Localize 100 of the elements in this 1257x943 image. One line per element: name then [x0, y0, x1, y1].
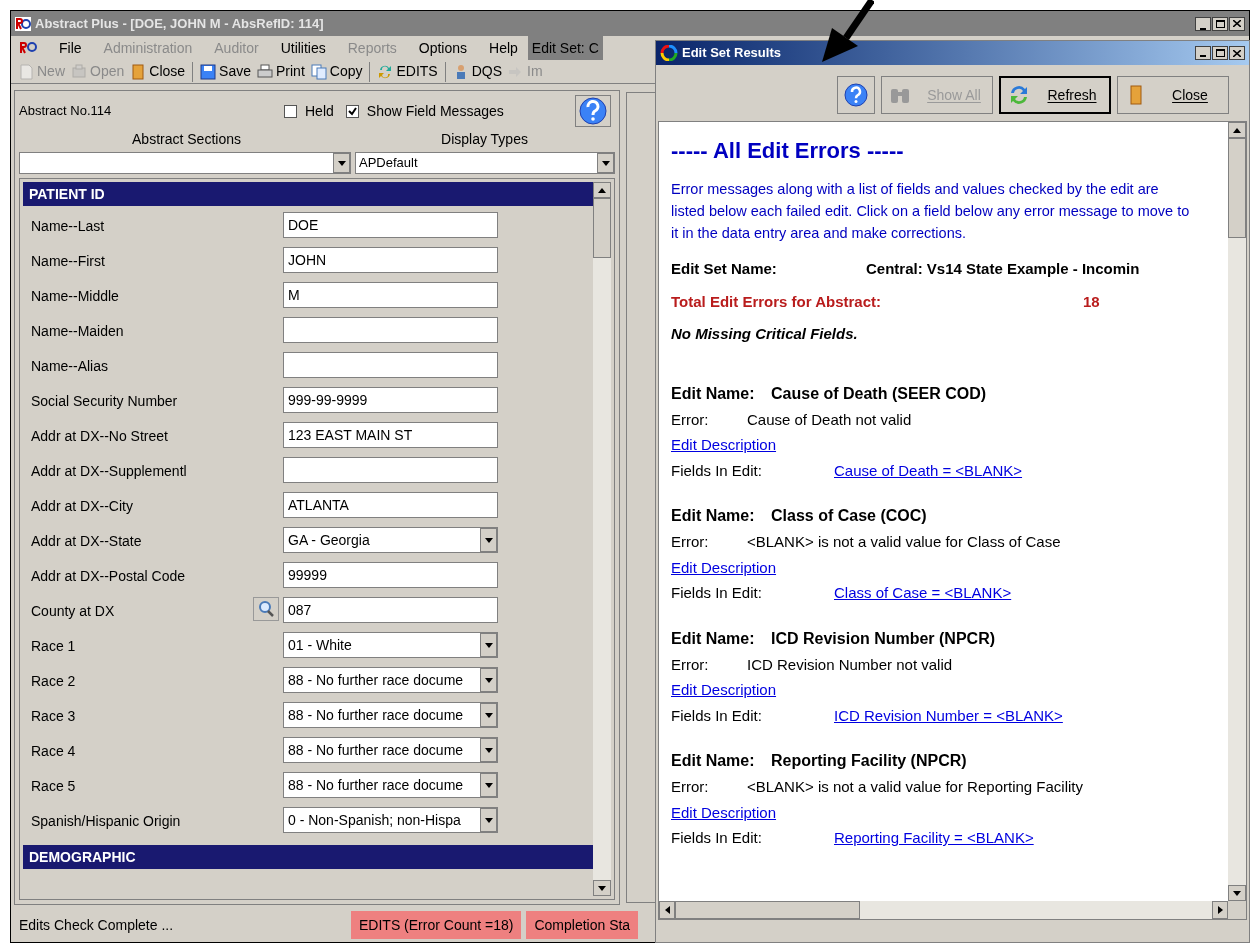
field-label: Error:: [671, 532, 710, 552]
field-label: Error:: [671, 777, 710, 797]
dialog-button[interactable]: Refresh: [999, 76, 1111, 114]
input-field[interactable]: 99999: [283, 562, 498, 588]
horizontal-scrollbar[interactable]: [659, 901, 1228, 919]
input-field[interactable]: [283, 317, 498, 343]
field-label: Name--Alias: [30, 357, 109, 376]
menu-item[interactable]: Help: [489, 37, 518, 59]
completion-status: Completion Sta: [526, 911, 639, 939]
field-link[interactable]: Reporting Facility = <BLANK>: [834, 827, 1034, 850]
field-label: Fields In Edit:: [671, 828, 763, 848]
minimize-icon: [1200, 27, 1206, 30]
edit-name: Reporting Facility (NPCR): [771, 751, 967, 771]
maximize-button[interactable]: [1212, 16, 1228, 31]
field-label: Error:: [671, 654, 710, 675]
field-label: Fields In Edit:: [671, 460, 763, 481]
scroll-thumb[interactable]: [1228, 138, 1246, 238]
section-header: DEMOGRAPHIC: [23, 845, 593, 869]
display-types-dropdown[interactable]: APDefault: [355, 152, 615, 174]
abstract-sections-dropdown[interactable]: [19, 152, 351, 174]
abstract-sections-label: Abstract Sections: [131, 130, 242, 149]
edit-name: ICD Revision Number (NPCR): [771, 628, 996, 649]
dropdown[interactable]: GA - Georgia: [283, 527, 498, 553]
input-field[interactable]: 123 EAST MAIN ST: [283, 422, 498, 448]
close-button[interactable]: [1229, 46, 1245, 60]
field-label: Edit Name:: [671, 751, 756, 771]
field-label: Name--Last: [30, 217, 106, 236]
maximize-icon: [1215, 19, 1225, 28]
toolbar-button[interactable]: EDITS: [374, 60, 441, 83]
edit-set-name: Central: Vs14 State Example - Incomin: [866, 259, 1140, 279]
scroll-right-icon[interactable]: [1212, 901, 1228, 919]
field-label: County at DX: [30, 602, 116, 621]
checkmark-icon: [347, 106, 357, 116]
vertical-scrollbar[interactable]: [1228, 122, 1246, 901]
toolbar-button[interactable]: Close: [127, 60, 189, 83]
input-field[interactable]: [283, 352, 498, 378]
dropdown[interactable]: 88 - No further race docume: [283, 702, 498, 728]
close-button[interactable]: [1229, 16, 1245, 31]
maximize-button[interactable]: [1212, 46, 1228, 60]
error-message: <BLANK> is not a valid value for Class of Case: [747, 532, 1061, 552]
scroll-left-icon[interactable]: [659, 901, 675, 919]
folder-icon: [71, 63, 87, 80]
edit-set-indicator: Edit Set: C: [527, 36, 603, 60]
vertical-scrollbar[interactable]: [593, 182, 611, 896]
toolbar-button[interactable]: Save: [197, 60, 254, 83]
field-label: Edit Set Name:: [671, 259, 778, 279]
minimize-button[interactable]: [1195, 46, 1211, 60]
field-label: Addr at DX--City: [30, 497, 134, 516]
field-label: Name--Maiden: [30, 322, 125, 341]
menu-item[interactable]: Utilities: [280, 37, 326, 59]
edit-description-link[interactable]: Edit Description: [671, 679, 777, 702]
dropdown[interactable]: 88 - No further race docume: [283, 667, 498, 693]
edit-description-link[interactable]: Edit Description: [671, 556, 777, 579]
menu-item[interactable]: File: [59, 37, 82, 59]
checkbox[interactable]: Show Field Messages: [345, 100, 504, 122]
field-link[interactable]: ICD Revision Number = <BLANK>: [834, 704, 1063, 727]
minimize-button[interactable]: [1195, 16, 1211, 31]
input-field[interactable]: 999-99-9999: [283, 387, 498, 413]
scroll-down-icon[interactable]: [593, 880, 611, 896]
field-label: Race 4: [30, 742, 77, 761]
dialog-button[interactable]: Close: [1117, 76, 1229, 114]
checkbox[interactable]: Held: [284, 100, 334, 122]
scroll-thumb[interactable]: [593, 198, 611, 258]
field-label: Race 1: [30, 637, 77, 656]
toolbar-button[interactable]: DQS: [449, 60, 506, 83]
field-label: Total Edit Errors for Abstract:: [671, 291, 883, 312]
dropdown[interactable]: 88 - No further race docume: [283, 737, 498, 763]
input-field[interactable]: DOE: [283, 212, 498, 238]
error-message: Cause of Death not valid: [747, 409, 912, 430]
scroll-up-icon[interactable]: [1228, 122, 1246, 138]
menu-item[interactable]: Options: [418, 37, 468, 59]
input-field[interactable]: M: [283, 282, 498, 308]
dropdown[interactable]: 01 - White: [283, 632, 498, 658]
dropdown[interactable]: 0 - Non-Spanish; non-Hispa: [283, 807, 498, 833]
field-link[interactable]: Class of Case = <BLANK>: [834, 582, 1012, 605]
help-button[interactable]: [837, 76, 875, 114]
toolbar-button[interactable]: Copy: [307, 60, 366, 83]
field-link[interactable]: Cause of Death = <BLANK>: [834, 459, 1023, 482]
magnifier-icon[interactable]: [253, 597, 279, 621]
dialog-title: Edit Set Results: [682, 44, 781, 63]
close-icon: [1233, 20, 1241, 27]
edit-name: Cause of Death (SEER COD): [771, 383, 987, 404]
input-field[interactable]: [283, 457, 498, 483]
input-field[interactable]: 087: [283, 597, 498, 623]
edit-description-link[interactable]: Edit Description: [671, 801, 777, 824]
scroll-down-icon[interactable]: [1228, 885, 1246, 901]
intro-text: Error messages along with a list of fields and values checked by the edit are listed below each failed edit. Click on a field below any error message to move to it in the data entry area and make corrections.: [671, 180, 1191, 243]
edits-error-count: EDITS (Error Count =18): [351, 911, 522, 939]
field-label: Addr at DX--Postal Code: [30, 567, 187, 586]
close-icon: [1233, 49, 1241, 57]
toolbar-button[interactable]: Print: [254, 60, 308, 83]
scroll-thumb[interactable]: [675, 901, 860, 919]
dropdown[interactable]: 88 - No further race docume: [283, 772, 498, 798]
app-logo-icon: [15, 16, 31, 31]
input-field[interactable]: ATLANTA: [283, 492, 498, 518]
field-label: Addr at DX--No Street: [30, 427, 169, 446]
input-field[interactable]: JOHN: [283, 247, 498, 273]
scroll-up-icon[interactable]: [593, 182, 611, 198]
edit-description-link[interactable]: Edit Description: [671, 434, 777, 457]
help-icon[interactable]: [575, 95, 611, 127]
